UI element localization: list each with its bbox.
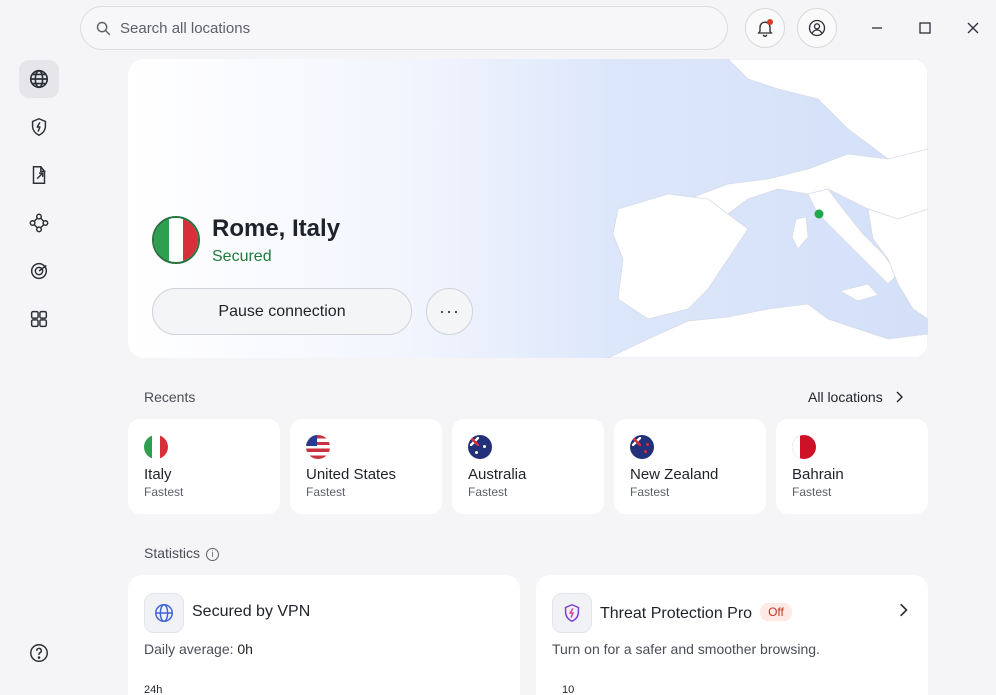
recent-server: Fastest: [144, 485, 184, 499]
threat-shield-badge: [552, 593, 592, 633]
daily-average-label: Daily average:: [144, 641, 238, 657]
vpn-axis-max: 24h: [144, 684, 163, 695]
shield-bolt-icon: [31, 117, 47, 137]
sidebar-item-dark-web-monitor[interactable]: [19, 252, 59, 290]
recent-server: Fastest: [792, 485, 832, 499]
recents-heading: Recents: [144, 389, 196, 405]
daily-average-value: 0h: [237, 641, 253, 657]
help-button[interactable]: [19, 634, 59, 672]
target-icon: [30, 262, 48, 280]
statistics-heading: Statistics i: [144, 545, 220, 561]
apps-grid-icon: [30, 310, 48, 328]
connection-card: Rome, Italy Secured Pause connection ···: [128, 59, 928, 358]
close-button[interactable]: [959, 14, 987, 42]
help-icon: [30, 644, 48, 662]
threat-protection-card[interactable]: Threat Protection Pro Off Turn on for a s…: [536, 575, 928, 695]
recent-country: Bahrain: [792, 466, 844, 483]
bahrain-flag-icon: [792, 435, 816, 459]
statistics-title: Statistics: [144, 545, 201, 561]
recent-country: United States: [306, 466, 397, 483]
recent-location-card[interactable]: New Zealand Fastest: [614, 419, 766, 514]
vpn-daily-average: Daily average: 0h: [144, 641, 253, 657]
australia-flag-icon: [468, 435, 492, 459]
chevron-right-icon: [896, 391, 903, 403]
all-locations-label: All locations: [808, 389, 883, 405]
meshnet-icon: [29, 213, 49, 233]
sidebar-item-globe[interactable]: [19, 60, 59, 98]
server-location-dot: [814, 209, 824, 219]
sidebar-item-meshnet[interactable]: [19, 204, 59, 242]
globe-icon: [29, 69, 49, 89]
status-badge: Off: [760, 603, 792, 621]
sidebar-item-file-share[interactable]: [19, 156, 59, 194]
maximize-icon: [919, 22, 931, 34]
threat-protection-description: Turn on for a safer and smoother browsin…: [552, 641, 820, 657]
chevron-right-icon: [900, 603, 908, 617]
search-input[interactable]: [120, 19, 700, 37]
recent-location-card[interactable]: Bahrain Fastest: [776, 419, 928, 514]
vpn-globe-badge: [144, 593, 184, 633]
sidebar: [0, 0, 78, 695]
recent-server: Fastest: [306, 485, 346, 499]
minimize-button[interactable]: [863, 14, 891, 42]
usa-flag-icon: [306, 435, 330, 459]
recent-location-card[interactable]: Australia Fastest: [452, 419, 604, 514]
italy-flag-icon: [152, 216, 200, 264]
maximize-button[interactable]: [911, 14, 939, 42]
shield-bolt-icon: [564, 603, 580, 623]
recent-country: New Zealand: [630, 466, 719, 483]
ellipsis-icon: ···: [439, 301, 460, 321]
globe-icon: [155, 604, 173, 622]
connected-location: Rome, Italy: [212, 215, 341, 242]
sidebar-item-apps[interactable]: [19, 300, 59, 338]
user-icon: [808, 19, 826, 37]
account-button[interactable]: [797, 8, 837, 48]
recent-server: Fastest: [630, 485, 670, 499]
info-icon[interactable]: i: [206, 547, 220, 561]
search-icon: [96, 21, 111, 35]
recent-server: Fastest: [468, 485, 508, 499]
vpn-stats-title: Secured by VPN: [192, 603, 311, 620]
more-options-button[interactable]: ···: [426, 288, 473, 335]
recent-location-card[interactable]: United States Fastest: [290, 419, 442, 514]
search-bar[interactable]: [80, 6, 728, 50]
sidebar-item-threat-protection[interactable]: [19, 108, 59, 146]
connection-status: Secured: [212, 248, 272, 265]
recent-country: Italy: [144, 466, 172, 483]
new-zealand-flag-icon: [630, 435, 654, 459]
italy-flag-icon: [144, 435, 168, 459]
threat-protection-title-row: Threat Protection Pro Off: [600, 603, 792, 623]
notification-dot: [767, 19, 773, 25]
recent-country: Australia: [468, 466, 527, 483]
threat-axis-max: 10: [562, 684, 575, 695]
notifications-button[interactable]: [745, 8, 785, 48]
file-share-icon: [32, 166, 46, 184]
minimize-icon: [872, 27, 882, 29]
recent-location-card[interactable]: Italy Fastest: [128, 419, 280, 514]
close-icon: [967, 22, 979, 34]
vpn-stats-card[interactable]: Secured by VPN Daily average: 0h 24h: [128, 575, 520, 695]
threat-protection-title: Threat Protection Pro: [600, 605, 753, 622]
pause-connection-button[interactable]: Pause connection: [152, 288, 412, 335]
all-locations-link[interactable]: All locations: [808, 389, 905, 405]
